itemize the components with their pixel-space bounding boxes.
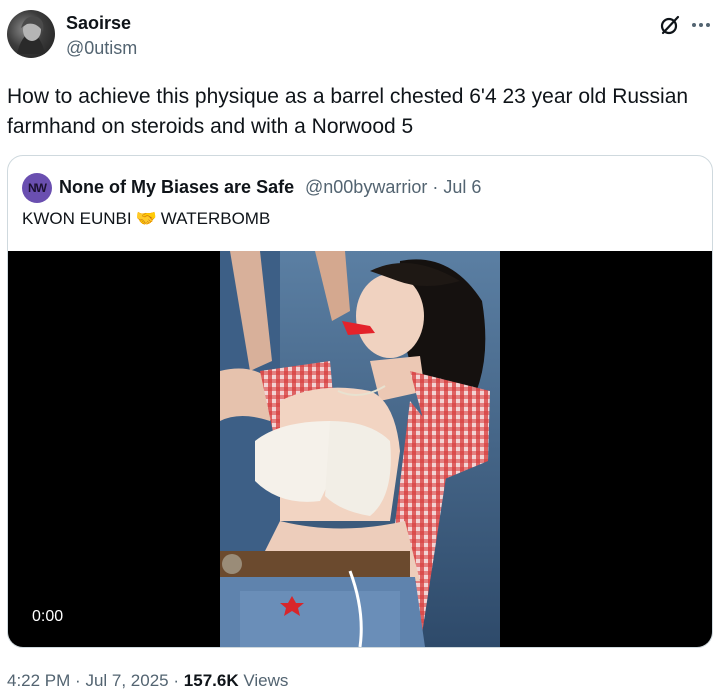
video-frame <box>220 251 500 647</box>
quoted-handle[interactable]: @n00bywarrior <box>305 177 427 197</box>
quoted-meta: @n00bywarrior · Jul 6 <box>305 176 481 198</box>
tweet-footer: 4:22 PM · Jul 7, 2025 · 157.6K Views <box>7 670 288 692</box>
video-player[interactable]: 0:00 <box>8 251 712 647</box>
author-avatar[interactable] <box>7 10 55 58</box>
tweet-text: How to achieve this physique as a barrel… <box>7 85 689 138</box>
footer-date[interactable]: Jul 7, 2025 <box>85 671 168 690</box>
quoted-text-before: KWON EUNBI <box>22 209 132 228</box>
quoted-date[interactable]: Jul 6 <box>443 177 481 197</box>
quoted-text-after: WATERBOMB <box>160 209 271 228</box>
handshake-emoji: 🤝 <box>135 209 157 228</box>
quoted-tweet[interactable]: NW None of My Biases are Safe @n00bywarr… <box>7 155 713 648</box>
quoted-avatar[interactable]: NW <box>22 173 52 203</box>
video-duration: 0:00 <box>22 603 74 631</box>
quoted-text: KWON EUNBI 🤝 WATERBOMB <box>22 208 270 230</box>
meta-separator: · <box>432 177 439 197</box>
views-count: 157.6K <box>183 671 239 690</box>
footer-time[interactable]: 4:22 PM <box>7 671 70 690</box>
views-label: Views <box>243 671 289 690</box>
grok-icon[interactable] <box>659 14 681 36</box>
quoted-author-name[interactable]: None of My Biases are Safe <box>59 176 294 198</box>
footer-separator: · <box>173 671 180 690</box>
author-handle[interactable]: @0utism <box>66 37 137 59</box>
author-name[interactable]: Saoirse <box>66 12 131 34</box>
footer-separator: · <box>75 671 81 690</box>
more-icon[interactable] <box>690 14 712 36</box>
